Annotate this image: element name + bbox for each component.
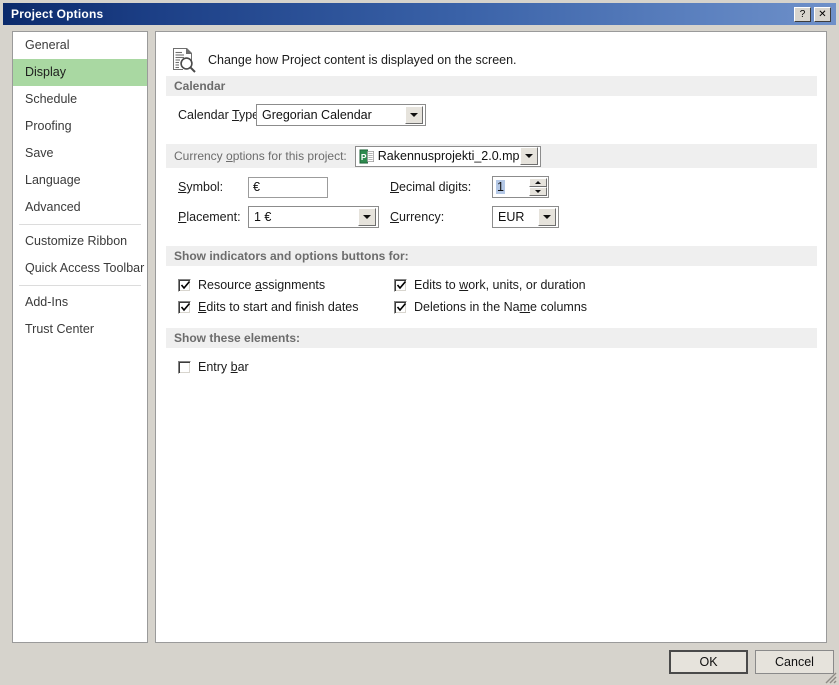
checkmark-icon[interactable] xyxy=(178,300,191,314)
sidebar-item-save[interactable]: Save xyxy=(13,140,147,167)
sidebar-item-proofing[interactable]: Proofing xyxy=(13,113,147,140)
options-main-panel: Change how Project content is displayed … xyxy=(155,31,827,643)
symbol-label: Symbol: xyxy=(178,180,224,194)
calendar-type-row: Calendar Type: Gregorian Calendar xyxy=(178,104,826,126)
checkbox-resource-assignments[interactable]: Resource assignments xyxy=(178,274,394,296)
sidebar-item-quick-access-toolbar[interactable]: Quick Access Toolbar xyxy=(13,255,147,282)
indicators-section-header: Show indicators and options buttons for: xyxy=(166,246,817,266)
placement-currency-row: Placement: 1 € Currency: EUR xyxy=(178,206,826,228)
dialog-title: Project Options xyxy=(11,7,104,21)
checkbox-column: Resource assignments Edits to start and f… xyxy=(178,274,394,318)
ok-button[interactable]: OK xyxy=(669,650,748,674)
checkbox-edits-to-work-units-or-duration[interactable]: Edits to work, units, or duration xyxy=(394,274,610,296)
currency-section-title: Currency options for this project: xyxy=(174,149,347,163)
checkbox-label: Resource assignments xyxy=(198,278,326,292)
checkmark-icon[interactable] xyxy=(394,278,407,292)
placement-label: Placement: xyxy=(178,210,241,224)
calendar-type-dropdown[interactable]: Gregorian Calendar xyxy=(256,104,426,126)
checkbox-column: Edits to work, units, or duration Deletio… xyxy=(394,274,610,318)
checkbox-label: Edits to start and finish dates xyxy=(198,300,359,314)
currency-value: EUR xyxy=(498,210,525,224)
checkmark-icon[interactable] xyxy=(178,278,191,292)
checkbox-label: Entry bar xyxy=(198,360,249,374)
resize-grip[interactable] xyxy=(823,670,837,684)
svg-text:P: P xyxy=(361,151,367,161)
project-file-value: Rakennusprojekti_2.0.mpp xyxy=(377,149,520,163)
chevron-down-icon[interactable] xyxy=(519,147,538,165)
dialog-title-bar[interactable]: Project Options ? ✕ xyxy=(3,3,836,25)
sidebar-item-advanced[interactable]: Advanced xyxy=(13,194,147,221)
placement-dropdown[interactable]: 1 € xyxy=(248,206,379,228)
calendar-type-label: Calendar Type: xyxy=(178,108,263,122)
chevron-down-icon[interactable] xyxy=(538,208,556,226)
symbol-decimal-row: Symbol: € Decimal digits: 1 xyxy=(178,176,826,198)
indicators-section-body: Resource assignments Edits to start and f… xyxy=(156,266,826,328)
checkbox-deletions-in-the-name-columns[interactable]: Deletions in the Name columns xyxy=(394,296,610,318)
chevron-down-icon[interactable] xyxy=(358,208,376,226)
sidebar-item-customize-ribbon[interactable]: Customize Ribbon xyxy=(13,228,147,255)
decimal-digits-label: Decimal digits: xyxy=(390,180,472,194)
empty-checkbox-icon[interactable] xyxy=(178,360,191,374)
symbol-input[interactable]: € xyxy=(248,176,328,198)
panel-header: Change how Project content is displayed … xyxy=(156,32,826,76)
decimal-digits-value: 1 xyxy=(496,180,505,194)
calendar-section-header: Calendar xyxy=(166,76,817,96)
currency-label: Currency: xyxy=(390,210,445,224)
currency-dropdown[interactable]: EUR xyxy=(492,206,559,228)
decimal-digits-stepper[interactable]: 1 xyxy=(492,176,549,198)
project-file-icon: P xyxy=(359,148,374,164)
close-icon[interactable]: ✕ xyxy=(814,6,831,22)
checkbox-group: Resource assignments Edits to start and f… xyxy=(178,274,826,318)
title-bar-buttons: ? ✕ xyxy=(794,6,836,22)
sidebar-item-trust-center[interactable]: Trust Center xyxy=(13,316,147,343)
options-category-sidebar: General Display Schedule Proofing Save Langua… xyxy=(12,31,148,643)
checkmark-icon[interactable] xyxy=(394,300,407,314)
document-search-icon xyxy=(173,48,196,73)
sidebar-item-display[interactable]: Display xyxy=(13,59,147,86)
placement-value: 1 € xyxy=(254,210,272,224)
elements-section-header: Show these elements: xyxy=(166,328,817,348)
spinner-down-icon[interactable] xyxy=(529,187,547,196)
elements-section-body: Entry bar xyxy=(156,348,826,388)
decimal-digits-spin-buttons[interactable] xyxy=(529,178,547,196)
currency-section-header: Currency options for this project: P Rak… xyxy=(166,144,817,168)
chevron-down-icon[interactable] xyxy=(405,106,423,124)
checkbox-column: Entry bar xyxy=(178,356,394,378)
sidebar-item-general[interactable]: General xyxy=(13,32,147,59)
sidebar-separator xyxy=(19,224,141,225)
help-icon[interactable]: ? xyxy=(794,6,811,22)
calendar-type-value: Gregorian Calendar xyxy=(262,108,372,122)
project-file-dropdown[interactable]: P Rakennusprojekti_2.0.mpp xyxy=(354,145,541,167)
panel-header-text: Change how Project content is displayed … xyxy=(208,53,517,67)
checkbox-label: Deletions in the Name columns xyxy=(414,300,588,314)
sidebar-item-language[interactable]: Language xyxy=(13,167,147,194)
calendar-section-body: Calendar Type: Gregorian Calendar xyxy=(156,96,826,144)
spinner-up-icon[interactable] xyxy=(529,178,547,187)
checkbox-label: Edits to work, units, or duration xyxy=(414,278,586,292)
sidebar-separator xyxy=(19,285,141,286)
dialog-footer: OK Cancel xyxy=(0,648,839,685)
sidebar-item-schedule[interactable]: Schedule xyxy=(13,86,147,113)
checkbox-group: Entry bar xyxy=(178,356,826,378)
checkbox-edits-to-start-and-finish-dates[interactable]: Edits to start and finish dates xyxy=(178,296,394,318)
sidebar-item-add-ins[interactable]: Add-Ins xyxy=(13,289,147,316)
currency-section-body: Symbol: € Decimal digits: 1 Placement: 1… xyxy=(156,168,826,246)
checkbox-entry-bar[interactable]: Entry bar xyxy=(178,356,394,378)
